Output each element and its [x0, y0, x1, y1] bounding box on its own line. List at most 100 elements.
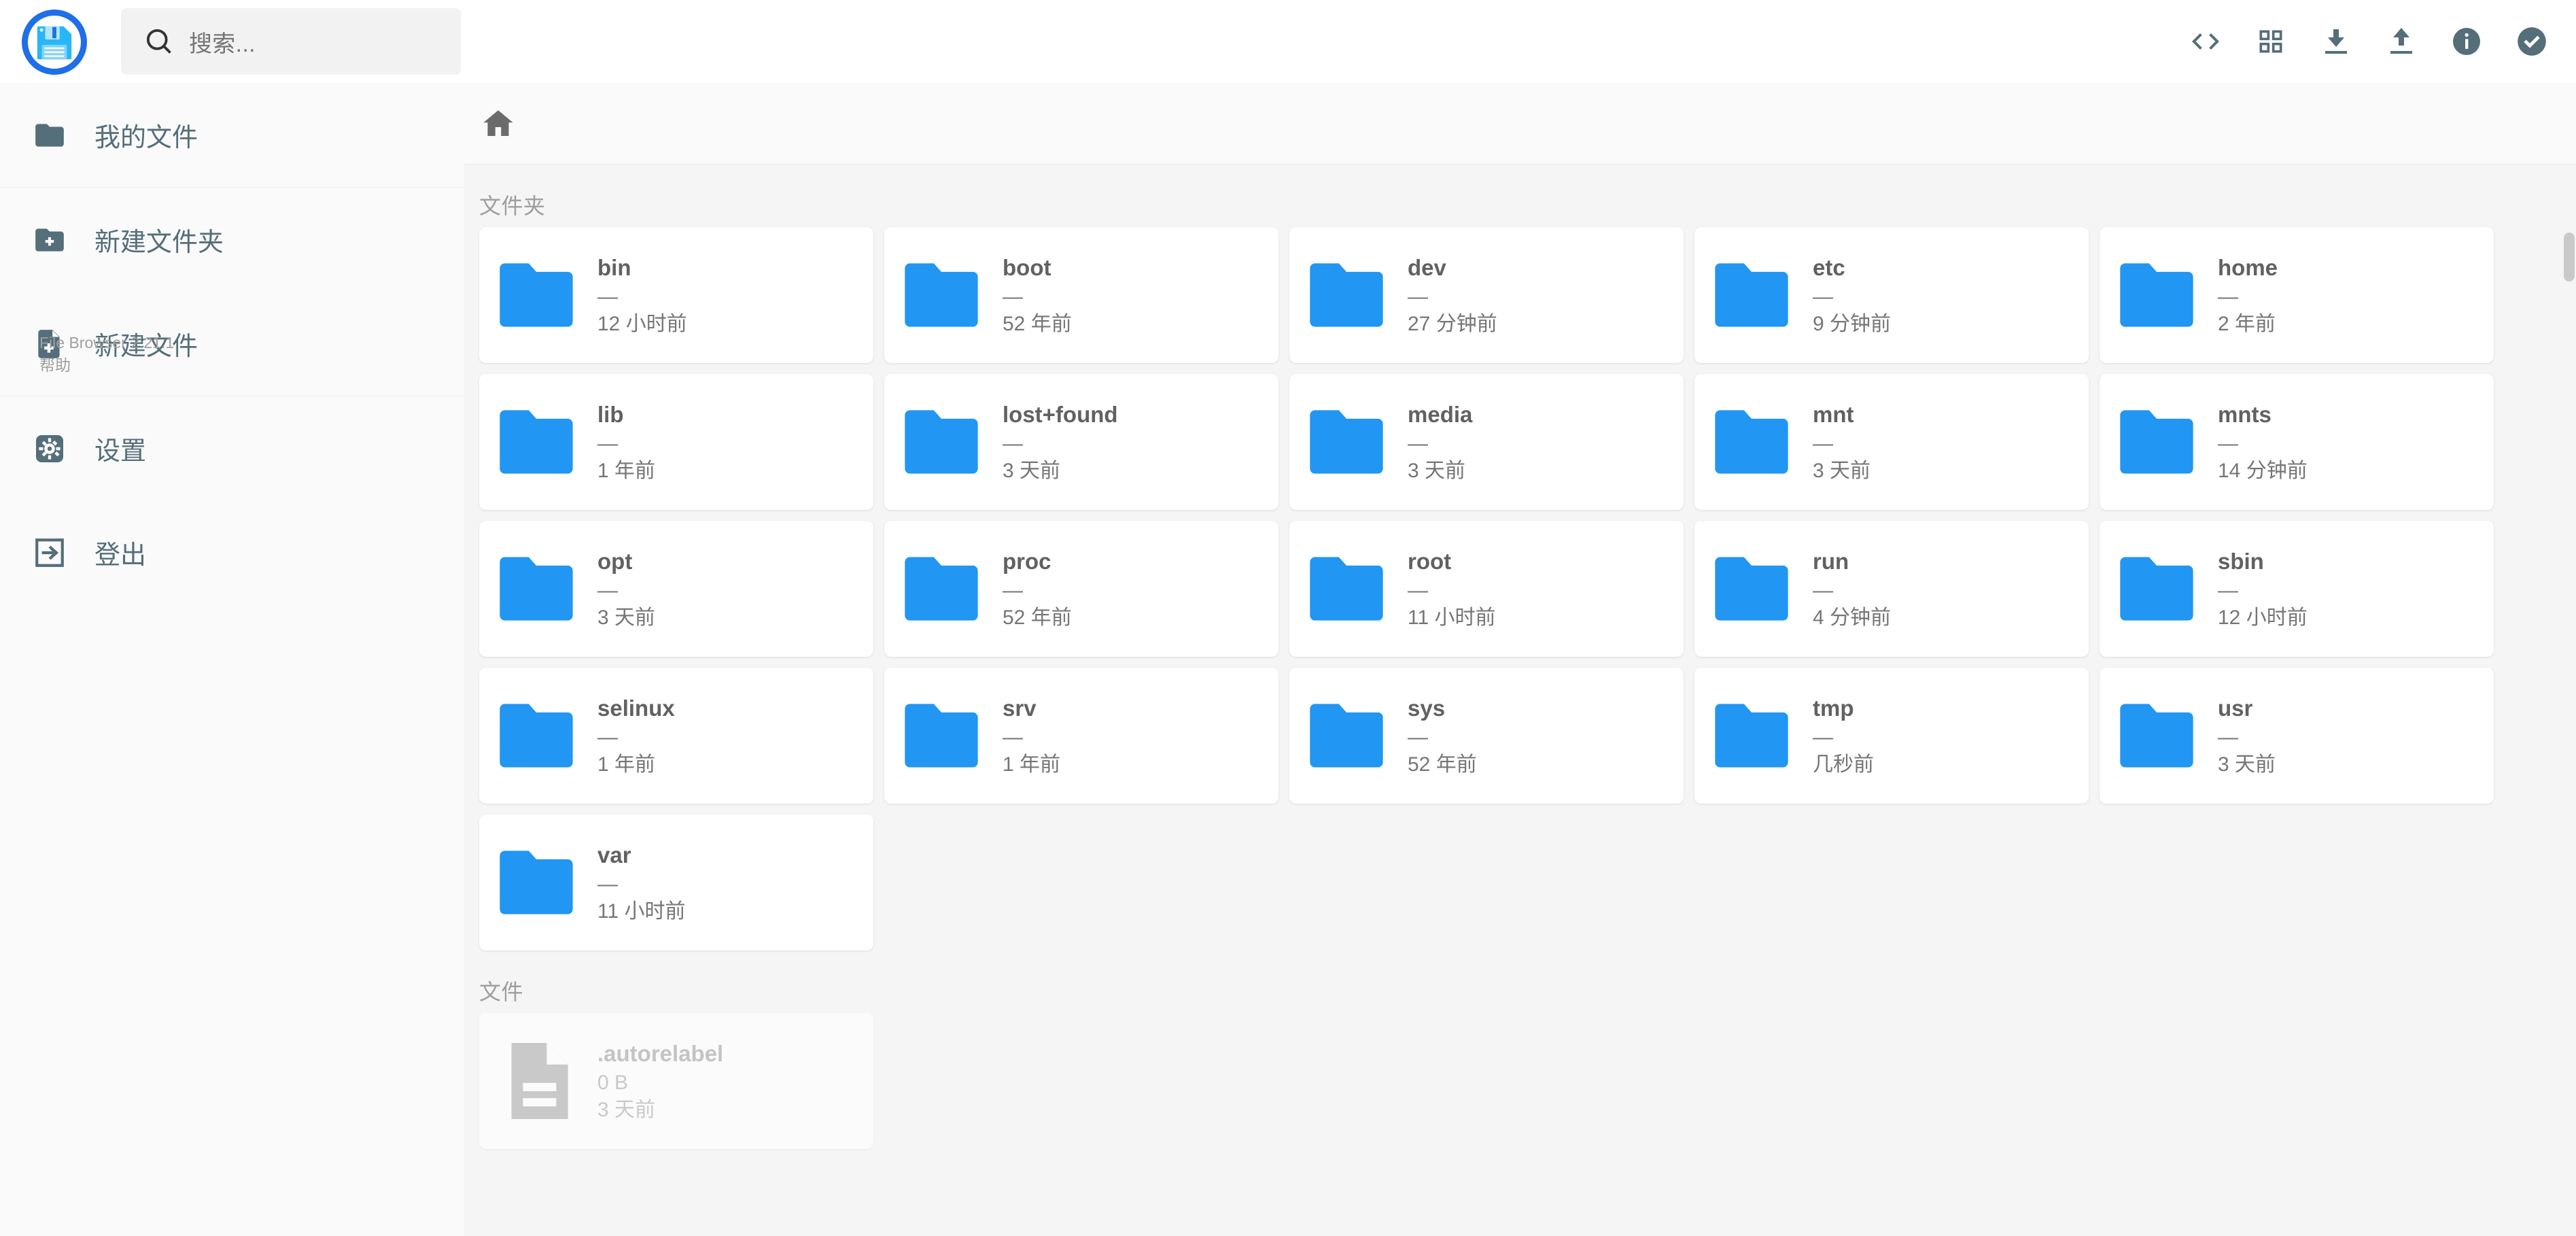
- folder-card[interactable]: lib — 1 年前: [479, 374, 873, 510]
- folder-card[interactable]: selinux — 1 年前: [479, 668, 873, 804]
- folder-card[interactable]: mnt — 3 天前: [1694, 374, 2089, 510]
- folder-card[interactable]: bin — 12 小时前: [479, 227, 873, 363]
- item-name: sys: [1408, 695, 1446, 721]
- header-actions: [2187, 0, 2550, 83]
- sidebar: 我的文件 新建文件夹 新建文件 设置 登出 File Browser 2.21.…: [0, 83, 464, 1236]
- item-size: —: [1003, 726, 1023, 749]
- folder-card[interactable]: run — 4 分钟前: [1694, 521, 2089, 657]
- select-multiple-button[interactable]: [2513, 23, 2550, 60]
- item-size: —: [597, 286, 618, 309]
- item-modified-time: 12 小时前: [597, 312, 687, 335]
- item-name: sbin: [2218, 548, 2264, 574]
- folder-card[interactable]: boot — 52 年前: [884, 227, 1278, 363]
- item-name: etc: [1813, 254, 1845, 280]
- item-meta: lost+found — 3 天前: [1003, 400, 1118, 483]
- sidebar-group-files: 我的文件: [0, 83, 464, 188]
- search-icon: [144, 27, 174, 56]
- folders-grid: bin — 12 小时前 boot — 52 年前 dev — 27 分钟前 etc — 9 分钟前 h…: [464, 227, 2576, 950]
- item-meta: usr — 3 天前: [2218, 694, 2276, 777]
- folder-card[interactable]: tmp — 几秒前: [1694, 668, 2089, 804]
- folder-card[interactable]: root — 11 小时前: [1289, 521, 1684, 657]
- upload-button[interactable]: [2383, 23, 2420, 60]
- folder-icon: [498, 844, 574, 921]
- folder-card[interactable]: sys — 52 年前: [1289, 668, 1684, 804]
- item-meta: .autorelabel 0 B 3 天前: [597, 1040, 723, 1122]
- vertical-scrollbar[interactable]: [2562, 83, 2576, 1236]
- item-size: —: [597, 873, 618, 896]
- folder-icon: [498, 698, 574, 774]
- item-size: —: [1408, 579, 1428, 602]
- code-brackets-icon: [2189, 25, 2222, 58]
- file-card[interactable]: .autorelabel 0 B 3 天前: [479, 1013, 873, 1149]
- search-input[interactable]: 搜索...: [121, 8, 461, 75]
- folder-icon: [498, 404, 574, 480]
- folder-card[interactable]: srv — 1 年前: [884, 668, 1278, 804]
- check-circle-icon: [2515, 24, 2549, 58]
- floppy-disk-icon: [33, 21, 75, 63]
- folder-icon: [498, 257, 574, 333]
- item-meta: bin — 12 小时前: [597, 254, 687, 337]
- item-meta: lib — 1 年前: [597, 400, 655, 483]
- app-logo[interactable]: [22, 10, 87, 75]
- scrollbar-thumb[interactable]: [2564, 233, 2575, 281]
- folder-icon: [1713, 698, 1790, 774]
- sidebar-item-new-folder[interactable]: 新建文件夹: [0, 188, 464, 292]
- item-meta: mnt — 3 天前: [1813, 400, 1870, 483]
- folder-card[interactable]: usr — 3 天前: [2100, 668, 2494, 804]
- folder-card[interactable]: sbin — 12 小时前: [2100, 521, 2494, 657]
- item-modified-time: 3 天前: [1003, 459, 1061, 482]
- breadcrumb-home-link[interactable]: [479, 105, 517, 143]
- item-modified-time: 27 分钟前: [1408, 312, 1497, 335]
- item-name: opt: [597, 548, 633, 574]
- folder-icon: [2119, 551, 2195, 627]
- item-meta: srv — 1 年前: [1003, 694, 1060, 777]
- switch-view-button[interactable]: [2252, 23, 2289, 60]
- info-button[interactable]: [2448, 23, 2485, 60]
- item-name: proc: [1003, 548, 1051, 574]
- folder-card[interactable]: etc — 9 分钟前: [1694, 227, 2089, 363]
- help-link[interactable]: 帮助: [39, 354, 174, 377]
- folders-section-heading: 文件夹: [479, 194, 546, 218]
- folder-card[interactable]: home — 2 年前: [2100, 227, 2494, 363]
- item-meta: root — 11 小时前: [1408, 547, 1495, 630]
- folder-card[interactable]: dev — 27 分钟前: [1289, 227, 1684, 363]
- folder-icon: [2119, 404, 2195, 480]
- item-size: —: [597, 432, 618, 456]
- item-modified-time: 11 小时前: [1408, 606, 1496, 629]
- item-meta: run — 4 分钟前: [1813, 547, 1891, 630]
- files-grid: .autorelabel 0 B 3 天前: [464, 1013, 2576, 1149]
- item-meta: proc — 52 年前: [1003, 547, 1072, 630]
- download-icon: [2320, 25, 2352, 58]
- item-meta: selinux — 1 年前: [597, 694, 675, 777]
- item-name: var: [597, 842, 631, 868]
- item-modified-time: 3 天前: [1813, 459, 1871, 482]
- folder-card[interactable]: opt — 3 天前: [479, 521, 873, 657]
- item-name: .autorelabel: [597, 1040, 724, 1066]
- sidebar-item-label: 登出: [94, 541, 147, 570]
- breadcrumb: [464, 83, 2576, 165]
- download-button[interactable]: [2318, 23, 2354, 60]
- item-name: bin: [597, 254, 631, 280]
- sidebar-credits: File Browser 2.21.1 帮助: [39, 332, 174, 377]
- item-size: —: [2218, 286, 2238, 309]
- folder-card[interactable]: var — 11 小时前: [479, 814, 873, 950]
- folder-card[interactable]: media — 3 天前: [1289, 374, 1684, 510]
- folder-card[interactable]: mnts — 14 分钟前: [2100, 374, 2494, 510]
- sidebar-item-logout[interactable]: 登出: [0, 500, 464, 604]
- shell-toggle-button[interactable]: [2187, 23, 2224, 60]
- item-modified-time: 1 年前: [597, 459, 656, 482]
- folder-card[interactable]: lost+found — 3 天前: [884, 374, 1278, 510]
- sidebar-item-my-files[interactable]: 我的文件: [0, 83, 464, 187]
- item-size: —: [2218, 579, 2238, 602]
- item-name: usr: [2218, 695, 2253, 721]
- item-name: lib: [597, 401, 624, 427]
- item-size: —: [1813, 726, 1833, 749]
- item-name: boot: [1003, 254, 1051, 280]
- folder-icon: [1308, 551, 1385, 627]
- folder-card[interactable]: proc — 52 年前: [884, 521, 1278, 657]
- item-meta: var — 11 小时前: [597, 841, 685, 924]
- search-placeholder: 搜索...: [189, 31, 256, 57]
- sidebar-item-settings[interactable]: 设置: [0, 396, 464, 500]
- item-name: srv: [1003, 695, 1037, 721]
- item-name: lost+found: [1003, 401, 1118, 427]
